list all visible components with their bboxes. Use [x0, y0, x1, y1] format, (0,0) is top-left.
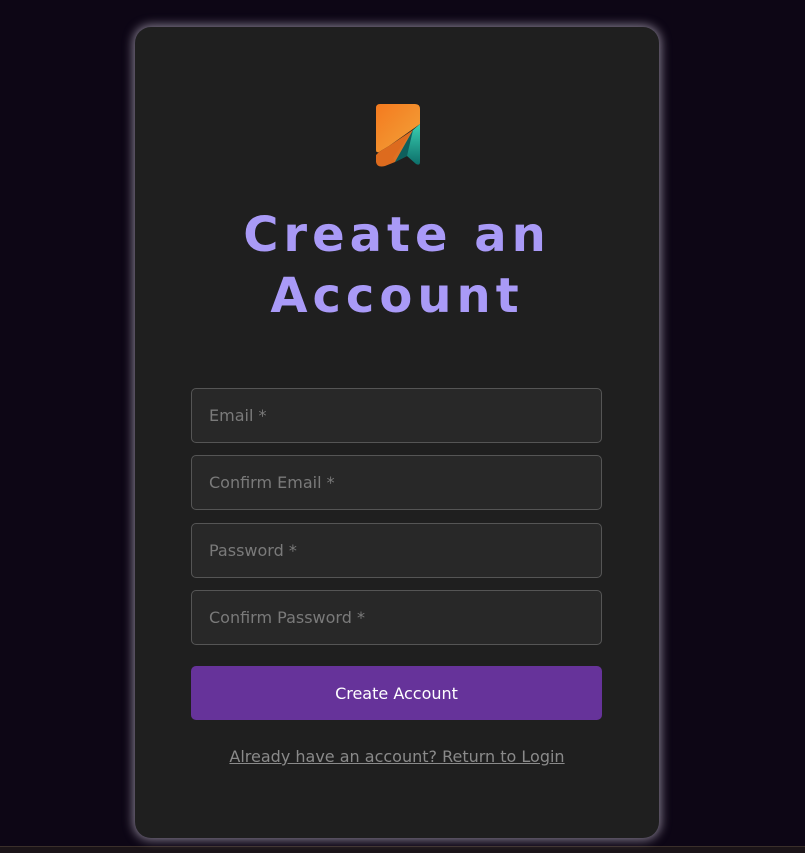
confirm-email-field[interactable] — [191, 455, 602, 510]
return-to-login-link[interactable]: Already have an account? Return to Login — [135, 747, 659, 766]
confirm-password-field[interactable] — [191, 590, 602, 645]
page-title: Create an Account — [243, 207, 551, 324]
app-logo-icon — [376, 104, 420, 167]
create-account-button[interactable]: Create Account — [191, 666, 602, 720]
email-field[interactable] — [191, 388, 602, 443]
signup-card: Create an Account Create Account Already… — [135, 27, 659, 838]
password-field[interactable] — [191, 523, 602, 578]
